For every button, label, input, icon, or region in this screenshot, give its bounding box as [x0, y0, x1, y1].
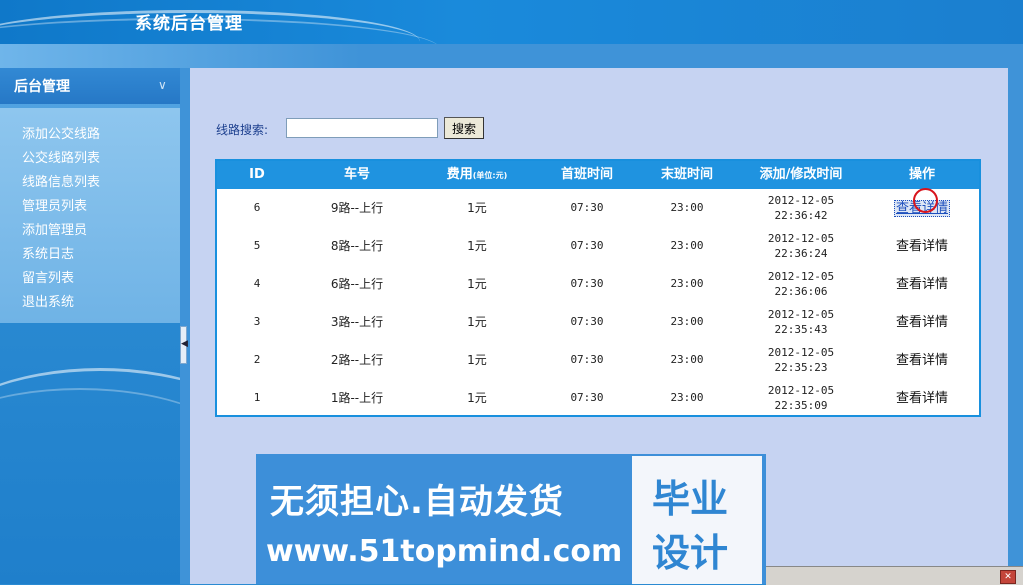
cell-first: 07:30: [570, 391, 604, 404]
sidebar-item-messages[interactable]: 留言列表: [22, 267, 74, 286]
sidebar-item-admin-list[interactable]: 管理员列表: [22, 195, 87, 214]
click-highlight-circle: [913, 188, 938, 213]
sidebar-collapse-handle[interactable]: ◀: [180, 326, 188, 364]
cell-last: 23:00: [670, 277, 704, 290]
cell-fee: 1元: [467, 201, 487, 215]
close-icon[interactable]: ✕: [1000, 570, 1016, 584]
sidebar-header[interactable]: 后台管理 ∨: [0, 68, 180, 104]
view-details-link[interactable]: 查看详情: [896, 315, 948, 330]
sidebar-decoration: [0, 388, 180, 540]
search-input[interactable]: [286, 118, 438, 138]
cell-action: 查看详情: [865, 227, 979, 265]
sidebar-item-system-log[interactable]: 系统日志: [22, 243, 74, 262]
cell-first: 07:30: [570, 201, 604, 214]
sidebar-title: 后台管理: [14, 79, 70, 95]
cell-last: 23:00: [670, 353, 704, 366]
column-header-last: 末班时间: [660, 167, 713, 182]
cell-first: 07:30: [570, 315, 604, 328]
watermark-url: www.51topmind.com: [266, 534, 623, 569]
view-details-link[interactable]: 查看详情: [896, 277, 948, 292]
column-header-route: 车号: [343, 167, 370, 182]
watermark-logo-box: 毕业 设计: [632, 456, 762, 584]
taskbar-window-edge: [766, 566, 1023, 585]
sidebar-item-add-route[interactable]: 添加公交线路: [22, 123, 100, 142]
table-row: 6 9路--上行 1元 07:30 23:00 2012-12-05 22:36:…: [217, 189, 979, 227]
cell-route: 3路--上行: [330, 315, 384, 329]
cell-action: 查看详情: [865, 379, 979, 417]
column-header-fee: 费用(单位:元): [446, 167, 508, 182]
cell-id: 1: [253, 391, 261, 404]
cell-first: 07:30: [570, 239, 604, 252]
cell-last: 23:00: [670, 391, 704, 404]
route-table: ID 车号 费用(单位:元) 首班时间 末班时间 添加/修改时间 操作 6 9路…: [215, 159, 981, 417]
sidebar-menu: 添加公交线路 公交线路列表 线路信息列表 管理员列表 添加管理员 系统日志 留言…: [0, 108, 180, 323]
cell-last: 23:00: [670, 239, 704, 252]
cell-first: 07:30: [570, 353, 604, 366]
top-header: 系统后台管理: [0, 0, 1023, 44]
cell-id: 5: [253, 239, 261, 252]
cell-fee: 1元: [467, 239, 487, 253]
cell-fee: 1元: [467, 277, 487, 291]
cell-first: 07:30: [570, 277, 604, 290]
cell-id: 3: [253, 315, 261, 328]
sidebar-item-add-admin[interactable]: 添加管理员: [22, 219, 87, 238]
column-header-modified: 添加/修改时间: [759, 167, 843, 182]
cell-action: 查看详情: [865, 265, 979, 303]
cell-route: 6路--上行: [330, 277, 384, 291]
watermark-banner: 无须担心.自动发货 www.51topmind.com 毕业 设计: [256, 454, 766, 584]
chevron-down-icon[interactable]: ∨: [158, 78, 167, 92]
cell-modified: 2012-12-05 22:35:43: [767, 308, 835, 336]
header-strip: [0, 44, 1023, 68]
view-details-link[interactable]: 查看详情: [896, 239, 948, 254]
cell-modified: 2012-12-05 22:36:24: [767, 232, 835, 260]
view-details-link[interactable]: 查看详情: [896, 353, 948, 368]
watermark-logo-text: 毕业: [652, 477, 729, 521]
cell-action: 查看详情: [865, 303, 979, 341]
table-row: 5 8路--上行 1元 07:30 23:00 2012-12-05 22:36:…: [217, 227, 979, 265]
cell-id: 6: [253, 201, 261, 214]
chevron-left-icon: ◀: [181, 339, 188, 349]
table-row: 3 3路--上行 1元 07:30 23:00 2012-12-05 22:35:…: [217, 303, 979, 341]
table-header: ID 车号 费用(单位:元) 首班时间 末班时间 添加/修改时间 操作: [217, 161, 979, 189]
fee-unit: (单位:元): [472, 171, 508, 180]
cell-modified: 2012-12-05 22:35:09: [767, 384, 835, 412]
view-details-link[interactable]: 查看详情: [896, 391, 948, 406]
sidebar-item-route-list[interactable]: 公交线路列表: [22, 147, 100, 166]
cell-last: 23:00: [670, 315, 704, 328]
watermark-logo-text: 设计: [652, 531, 729, 575]
search-button[interactable]: 搜索: [444, 117, 484, 139]
sidebar-item-route-info[interactable]: 线路信息列表: [22, 171, 100, 190]
cell-modified: 2012-12-05 22:35:23: [767, 346, 835, 374]
table-row: 2 2路--上行 1元 07:30 23:00 2012-12-05 22:35:…: [217, 341, 979, 379]
sidebar: 后台管理 ∨ 添加公交线路 公交线路列表 线路信息列表 管理员列表 添加管理员 …: [0, 68, 180, 584]
search-label: 线路搜索:: [216, 123, 269, 137]
cell-route: 2路--上行: [330, 353, 384, 367]
table-row: 4 6路--上行 1元 07:30 23:00 2012-12-05 22:36:…: [217, 265, 979, 303]
cell-fee: 1元: [467, 315, 487, 329]
column-header-action: 操作: [908, 167, 935, 182]
cell-fee: 1元: [467, 391, 487, 405]
cell-route: 8路--上行: [330, 239, 384, 253]
cell-modified: 2012-12-05 22:36:06: [767, 270, 835, 298]
cell-id: 4: [253, 277, 261, 290]
cell-route: 1路--上行: [330, 391, 384, 405]
cell-route: 9路--上行: [330, 201, 384, 215]
cell-modified: 2012-12-05 22:36:42: [767, 194, 835, 222]
table-row: 1 1路--上行 1元 07:30 23:00 2012-12-05 22:35:…: [217, 379, 979, 417]
cell-last: 23:00: [670, 201, 704, 214]
watermark-slogan: 无须担心.自动发货: [270, 482, 564, 522]
cell-id: 2: [253, 353, 261, 366]
sidebar-item-logout[interactable]: 退出系统: [22, 291, 74, 310]
column-header-first: 首班时间: [560, 167, 613, 182]
cell-fee: 1元: [467, 353, 487, 367]
column-header-id: ID: [249, 167, 265, 182]
site-title: 系统后台管理: [135, 14, 243, 34]
cell-action: 查看详情: [865, 341, 979, 379]
